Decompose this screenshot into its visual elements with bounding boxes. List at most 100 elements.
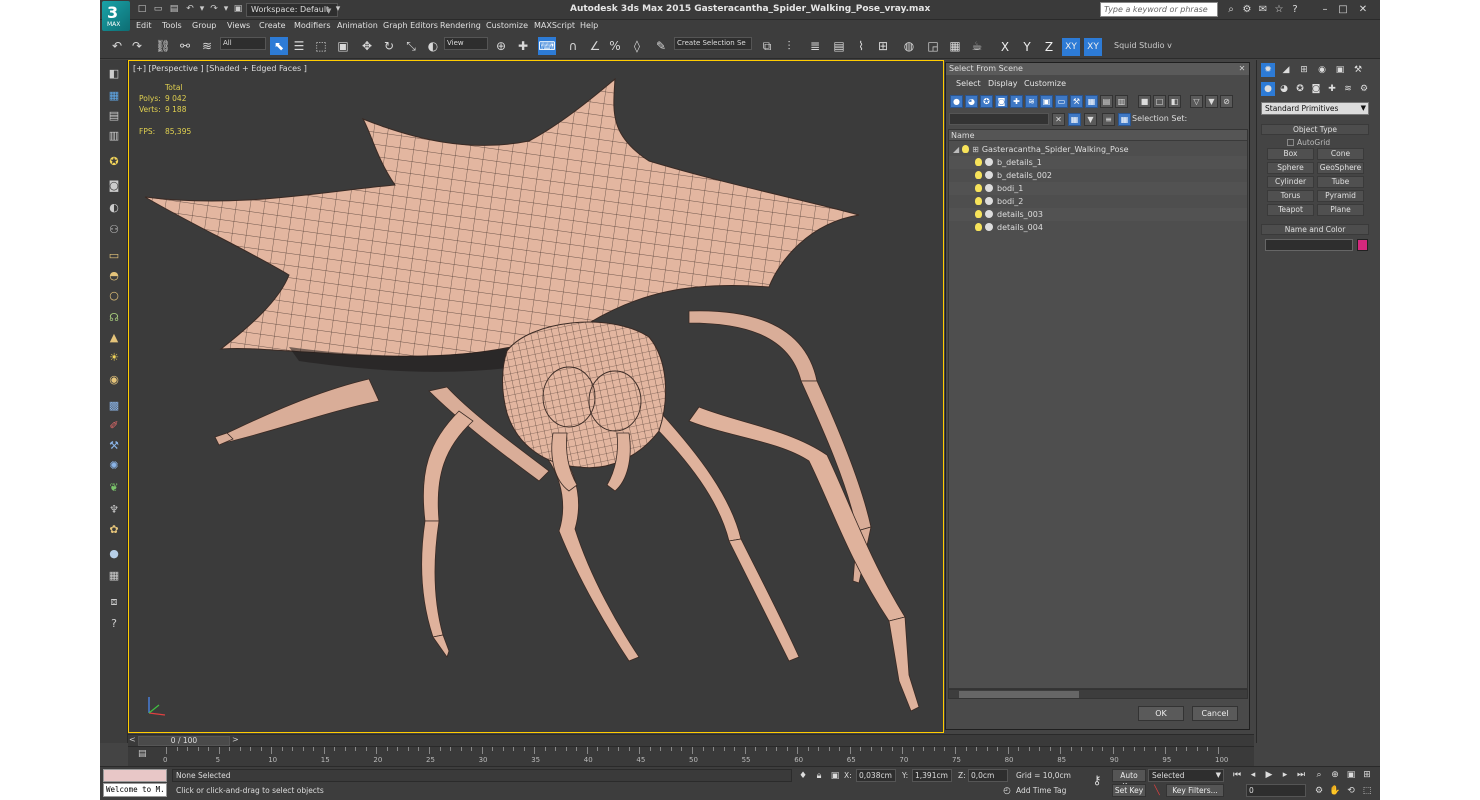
render-icon[interactable]: ⚇ [106, 222, 122, 238]
create-tab-icon[interactable]: ✹ [1261, 63, 1275, 77]
app-logo-button[interactable]: 3 MAX [102, 1, 130, 31]
lights-sub-icon[interactable]: ✪ [1293, 82, 1307, 96]
select-move-icon[interactable]: ✥ [358, 37, 376, 55]
spinner-snap-icon[interactable]: ◊ [628, 37, 646, 55]
find-options-icon[interactable]: ▼ [1084, 113, 1097, 126]
maximize-viewport-icon[interactable]: ⬚ [1360, 784, 1374, 798]
find-name-input[interactable] [949, 113, 1049, 125]
object-name-field[interactable] [1265, 239, 1353, 251]
filter-options-icon[interactable]: ▼ [1205, 95, 1218, 108]
squid-studio-label[interactable]: Squid Studio v [1114, 41, 1172, 50]
x-coordinate-field[interactable]: 0,038cm [856, 769, 896, 782]
menu-edit[interactable]: Edit [136, 21, 152, 30]
checker-icon[interactable]: ▩ [106, 398, 122, 414]
plane-icon[interactable]: ▭ [106, 248, 122, 264]
menu-rendering[interactable]: Rendering [440, 21, 481, 30]
display-containers-icon[interactable]: ▦ [1085, 95, 1098, 108]
filter-icon[interactable]: ▽ [1190, 95, 1203, 108]
select-object-icon[interactable]: ⬉ [270, 37, 288, 55]
zoom-all-icon[interactable]: ⊕ [1328, 768, 1342, 782]
z-coordinate-field[interactable]: 0,0cm [968, 769, 1008, 782]
spacewarps-sub-icon[interactable]: ≋ [1341, 82, 1355, 96]
undo-quick-icon[interactable]: ↶ [184, 4, 196, 15]
render-setup-icon[interactable]: ◲ [924, 37, 942, 55]
disc-icon[interactable]: ◉ [106, 372, 122, 388]
visibility-bulb-icon[interactable] [975, 210, 982, 218]
zoom-extents-icon[interactable]: ▣ [1344, 768, 1358, 782]
quick-access-menu-icon[interactable]: ▾ [332, 4, 344, 15]
bind-space-warp-icon[interactable]: ≋ [198, 37, 216, 55]
absolute-mode-icon[interactable]: ▣ [828, 769, 842, 783]
keyboard-shortcut-override-icon[interactable]: ⌨ [538, 37, 556, 55]
list-item[interactable]: bodi_2 [949, 195, 1247, 208]
display-frozen-icon[interactable]: ▤ [1100, 95, 1113, 108]
previous-frame-icon[interactable]: ◂ [1246, 769, 1260, 782]
display-shapes-icon[interactable]: ◕ [965, 95, 978, 108]
select-place-icon[interactable]: ◐ [424, 37, 442, 55]
auto-key-button[interactable]: Auto Key [1112, 769, 1146, 791]
menu-customize[interactable]: Customize [486, 21, 528, 30]
layer-explorer-icon[interactable]: ▤ [106, 108, 122, 124]
box-button[interactable]: Box [1267, 148, 1314, 160]
ok-button[interactable]: OK [1138, 706, 1184, 721]
sphere-button[interactable]: Sphere [1267, 162, 1314, 174]
visibility-bulb-icon[interactable] [962, 145, 970, 153]
scene-explorer-icon[interactable]: ▦ [106, 88, 122, 104]
render-production-icon[interactable]: ☕ [968, 37, 986, 55]
bone-icon[interactable]: ⚒ [106, 438, 122, 454]
axis-z-button[interactable]: Z [1040, 38, 1058, 56]
align-icon[interactable]: ⫶ [780, 37, 798, 55]
snaps-toggle-icon[interactable]: ∩ [564, 37, 582, 55]
sun-icon[interactable]: ☀ [106, 350, 122, 366]
close-icon[interactable]: ✕ [1356, 3, 1370, 17]
object-color-swatch[interactable] [1357, 239, 1368, 251]
visibility-bulb-icon[interactable] [975, 197, 982, 205]
redo-quick-icon[interactable]: ↷ [208, 4, 220, 15]
helpers-sub-icon[interactable]: ✚ [1325, 82, 1339, 96]
current-frame-field[interactable]: 0 [1246, 784, 1306, 797]
scrollbar-thumb[interactable] [959, 691, 1079, 698]
named-selection-dropdown[interactable]: Create Selection Se [674, 37, 752, 50]
paint-icon[interactable]: ✐ [106, 418, 122, 434]
pan-icon[interactable]: ✋ [1328, 784, 1342, 798]
redo-dropdown-icon[interactable]: ▾ [220, 4, 232, 15]
maxscript-listener-output[interactable] [103, 769, 167, 782]
tree-root-row[interactable]: ◢ ⊞ Gasteracantha_Spider_Walking_Pose [949, 143, 1247, 156]
unlink-icon[interactable]: ⚯ [176, 37, 194, 55]
visibility-bulb-icon[interactable] [975, 184, 982, 192]
y-coordinate-field[interactable]: 1,391cm [912, 769, 952, 782]
layer-manager-icon[interactable]: ≣ [806, 37, 824, 55]
workspace-dropdown[interactable]: Workspace: Default ▼ [246, 3, 338, 17]
perspective-viewport[interactable]: [+] [Perspective ] [Shaded + Edged Faces… [128, 60, 944, 733]
window-crossing-icon[interactable]: ▣ [334, 37, 352, 55]
select-scale-icon[interactable]: ⤡ [402, 37, 420, 55]
undo-icon[interactable]: ↶ [108, 37, 126, 55]
list-item[interactable]: bodi_1 [949, 182, 1247, 195]
settings-panel-icon[interactable]: ⧈ [106, 594, 122, 610]
pyramid-button[interactable]: Pyramid [1317, 190, 1364, 202]
checkbox-box[interactable] [1287, 139, 1294, 146]
visibility-bulb-icon[interactable] [975, 171, 982, 179]
object-type-rollout[interactable]: Object Type [1261, 124, 1369, 135]
curve-editor-icon[interactable]: ⌇ [852, 37, 870, 55]
time-tag-icon[interactable]: ◴ [1000, 784, 1014, 798]
select-manipulate-icon[interactable]: ✚ [514, 37, 532, 55]
close-icon[interactable]: ✕ [1237, 64, 1247, 74]
rectangular-selection-icon[interactable]: ⬚ [312, 37, 330, 55]
key-filters-button[interactable]: Key Filters... [1166, 784, 1224, 797]
select-none-icon[interactable]: □ [1153, 95, 1166, 108]
visibility-bulb-icon[interactable] [975, 223, 982, 231]
camera-icon[interactable]: ◙ [106, 178, 122, 194]
search-icon[interactable]: ⌕ [1224, 3, 1238, 17]
subscription-icon[interactable]: ⚙ [1240, 3, 1254, 17]
globe-icon[interactable]: ✺ [106, 458, 122, 474]
menu-create[interactable]: Create [259, 21, 286, 30]
sphere-icon[interactable]: ○ [106, 288, 122, 304]
cameras-sub-icon[interactable]: ◙ [1309, 82, 1323, 96]
angle-snap-icon[interactable]: ∠ [586, 37, 604, 55]
time-slider[interactable]: 0 / 100 < > [128, 734, 1254, 746]
key-mode-dropdown[interactable]: Selected ▼ [1148, 769, 1224, 782]
axis-xy-button[interactable]: XY [1062, 38, 1080, 56]
horizontal-scrollbar[interactable] [948, 689, 1248, 699]
calendar-icon[interactable]: ▦ [106, 568, 122, 584]
